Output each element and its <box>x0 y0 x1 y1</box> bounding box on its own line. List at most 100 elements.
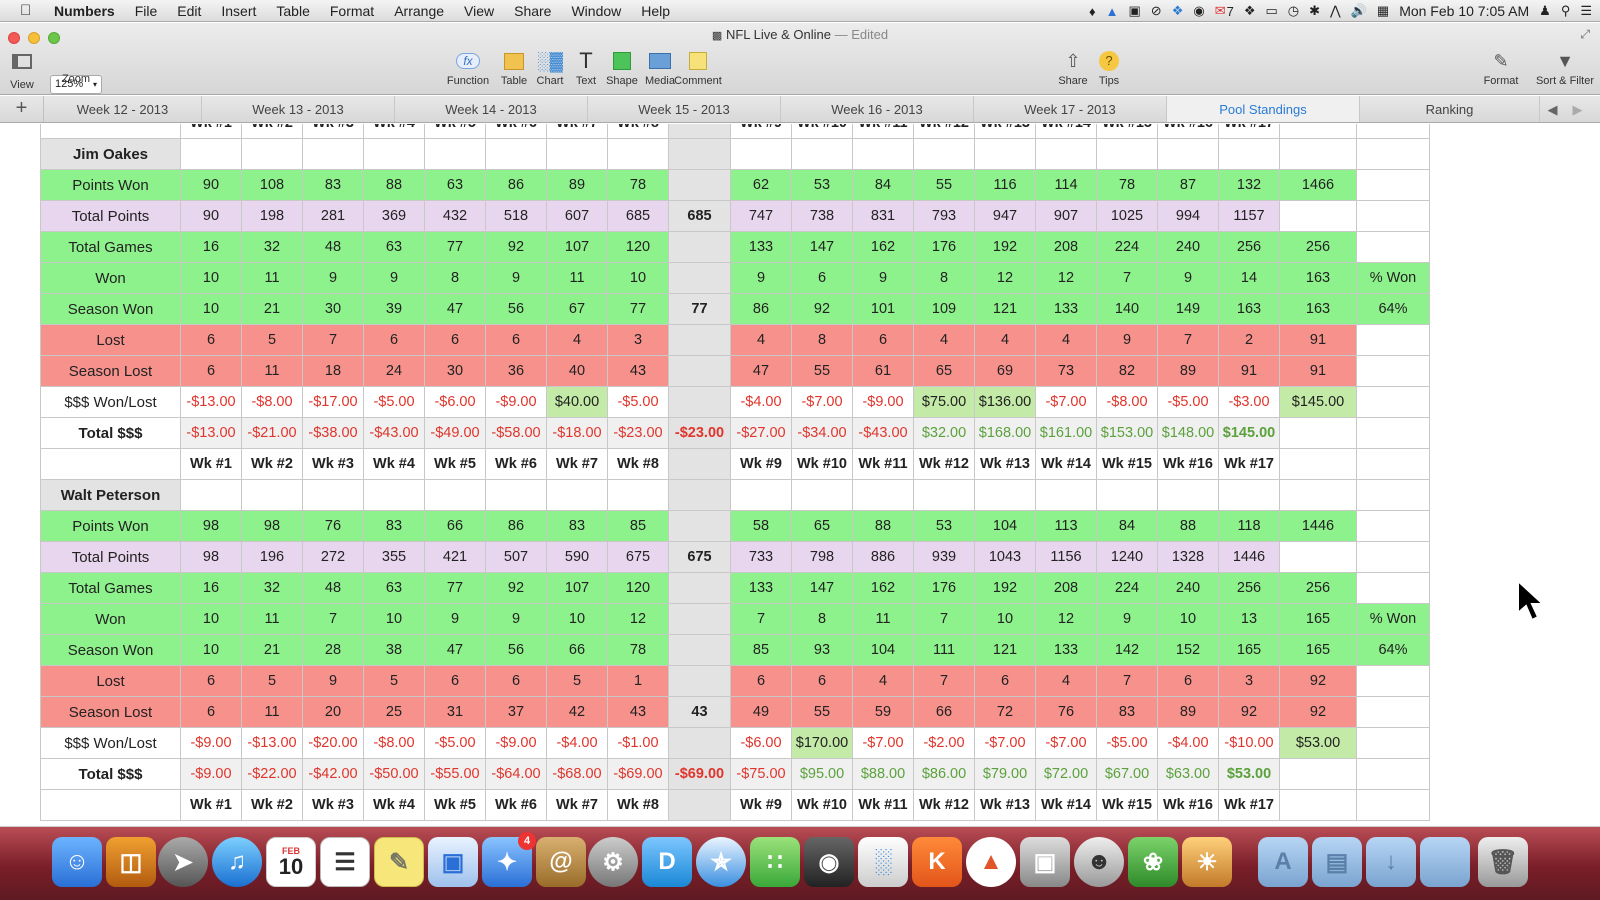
row-label-cell[interactable]: Won <box>40 603 181 635</box>
value-cell[interactable] <box>668 603 731 635</box>
menu-share[interactable]: Share <box>514 3 551 19</box>
value-cell[interactable]: 1446 <box>1279 510 1357 542</box>
value-cell[interactable]: 4 <box>1035 324 1097 356</box>
value-cell[interactable]: $170.00 <box>791 727 853 759</box>
week-header-cell[interactable]: Wk #15 <box>1096 124 1158 139</box>
value-cell[interactable]: 77 <box>424 572 486 604</box>
value-cell[interactable]: 224 <box>1096 572 1158 604</box>
value-cell[interactable]: 10 <box>180 634 242 666</box>
value-cell[interactable]: 59 <box>852 696 914 728</box>
week-header-cell[interactable]: Wk #7 <box>546 789 608 821</box>
value-cell[interactable]: -$49.00 <box>424 417 486 449</box>
value-cell[interactable]: 47 <box>424 293 486 325</box>
value-cell[interactable]: 6 <box>363 324 425 356</box>
value-cell[interactable]: -$5.00 <box>1157 386 1219 418</box>
value-cell[interactable]: 1 <box>607 665 669 697</box>
value-cell[interactable]: 47 <box>424 634 486 666</box>
week-header-cell[interactable]: Wk #15 <box>1096 448 1158 480</box>
value-cell[interactable]: 9 <box>424 603 486 635</box>
value-cell[interactable]: 421 <box>424 541 486 573</box>
value-cell[interactable]: 208 <box>1035 572 1097 604</box>
week-header-cell[interactable]: Wk #16 <box>1157 448 1219 480</box>
table-cell[interactable] <box>180 138 242 170</box>
value-cell[interactable] <box>1356 665 1430 697</box>
menu-help[interactable]: Help <box>641 3 670 19</box>
table-cell[interactable] <box>730 138 792 170</box>
value-cell[interactable]: $145.00 <box>1218 417 1280 449</box>
value-cell[interactable]: 21 <box>241 293 303 325</box>
value-cell[interactable]: 8 <box>791 324 853 356</box>
table-cell[interactable] <box>1218 138 1280 170</box>
value-cell[interactable]: 107 <box>546 231 608 263</box>
value-cell[interactable]: -$5.00 <box>607 386 669 418</box>
value-cell[interactable]: -$9.00 <box>485 727 547 759</box>
value-cell[interactable]: 747 <box>730 200 792 232</box>
row-label-cell[interactable]: Lost <box>40 324 181 356</box>
table-cell[interactable] <box>1218 479 1280 511</box>
value-cell[interactable]: 20 <box>302 696 364 728</box>
value-cell[interactable]: 192 <box>974 572 1036 604</box>
value-cell[interactable]: 104 <box>852 634 914 666</box>
value-cell[interactable]: 83 <box>1096 696 1158 728</box>
menu-format[interactable]: Format <box>330 3 374 19</box>
value-cell[interactable] <box>1356 572 1430 604</box>
time-machine-icon[interactable]: ◷ <box>1288 3 1299 19</box>
value-cell[interactable]: 24 <box>363 355 425 387</box>
value-cell[interactable]: 98 <box>180 510 242 542</box>
value-cell[interactable]: 86 <box>730 293 792 325</box>
value-cell[interactable]: 9 <box>852 262 914 294</box>
value-cell[interactable]: 132 <box>1218 169 1280 201</box>
value-cell[interactable]: 675 <box>607 541 669 573</box>
value-cell[interactable]: 39 <box>363 293 425 325</box>
week-header-cell[interactable] <box>668 124 731 139</box>
week-header-cell[interactable]: Wk #15 <box>1096 789 1158 821</box>
week-header-cell[interactable]: Wk #3 <box>302 448 364 480</box>
value-cell[interactable]: -$55.00 <box>424 758 486 790</box>
value-cell[interactable]: 78 <box>607 634 669 666</box>
applications-folder-icon[interactable]: A <box>1258 837 1308 887</box>
table-cell[interactable] <box>485 138 547 170</box>
value-cell[interactable] <box>1356 355 1430 387</box>
value-cell[interactable]: 84 <box>1096 510 1158 542</box>
value-cell[interactable]: 6 <box>730 665 792 697</box>
value-cell[interactable]: -$8.00 <box>1096 386 1158 418</box>
value-cell[interactable]: 4 <box>1035 665 1097 697</box>
value-cell[interactable]: 92 <box>1279 696 1357 728</box>
value-cell[interactable] <box>1356 169 1430 201</box>
value-cell[interactable]: 9 <box>1157 262 1219 294</box>
value-cell[interactable]: 77 <box>668 293 731 325</box>
value-cell[interactable]: -$13.00 <box>241 727 303 759</box>
menu-clock[interactable]: Mon Feb 10 7:05 AM <box>1399 3 1529 19</box>
value-cell[interactable]: 92 <box>1218 696 1280 728</box>
safari-icon[interactable]: ✯ <box>696 837 746 887</box>
value-cell[interactable]: -$8.00 <box>363 727 425 759</box>
table-cell[interactable] <box>607 138 669 170</box>
value-cell[interactable]: 793 <box>913 200 975 232</box>
value-cell[interactable]: 14 <box>1218 262 1280 294</box>
value-cell[interactable]: 30 <box>424 355 486 387</box>
table-cell[interactable] <box>1157 479 1219 511</box>
week-header-cell[interactable]: Wk #1 <box>180 789 242 821</box>
fullscreen-icon[interactable]: ⤢ <box>1580 27 1590 42</box>
value-cell[interactable]: 55 <box>791 355 853 387</box>
value-cell[interactable]: 116 <box>974 169 1036 201</box>
value-cell[interactable]: 163 <box>1279 293 1357 325</box>
week-header-cell[interactable]: Wk #3 <box>302 789 364 821</box>
week-header-cell[interactable]: Wk #13 <box>974 448 1036 480</box>
comment-button[interactable]: Comment <box>666 49 730 87</box>
value-cell[interactable]: 738 <box>791 200 853 232</box>
row-label-cell[interactable]: Points Won <box>40 169 181 201</box>
row-label-cell[interactable]: Season Won <box>40 634 181 666</box>
sheet-tab-ranking[interactable]: Ranking <box>1360 96 1540 122</box>
value-cell[interactable] <box>668 572 731 604</box>
row-label-cell[interactable]: Season Won <box>40 293 181 325</box>
week-header-cell[interactable]: Wk #2 <box>241 124 303 139</box>
user-icon[interactable]: ♟ <box>1539 3 1551 19</box>
table-cell[interactable] <box>1035 479 1097 511</box>
table-cell[interactable] <box>241 138 303 170</box>
value-cell[interactable]: 66 <box>424 510 486 542</box>
value-cell[interactable]: 10 <box>607 262 669 294</box>
numbers-like-icon[interactable]: ∷ <box>750 837 800 887</box>
value-cell[interactable]: 163 <box>1279 262 1357 294</box>
value-cell[interactable]: 84 <box>852 169 914 201</box>
